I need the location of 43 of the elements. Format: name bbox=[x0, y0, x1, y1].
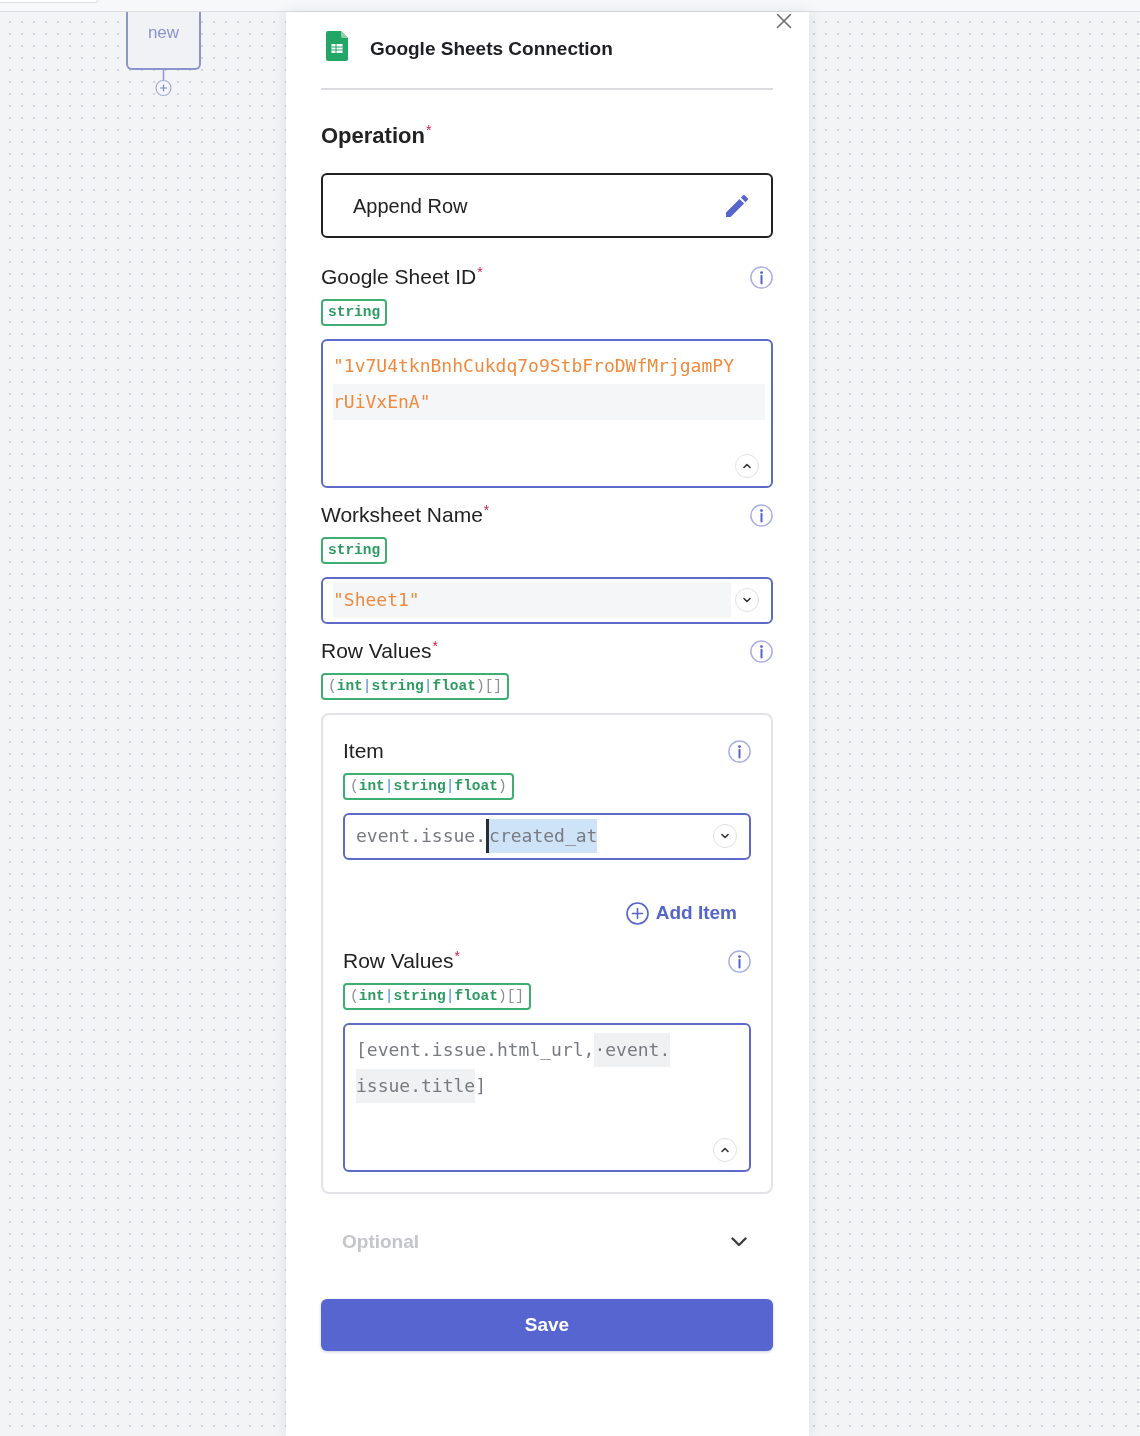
chevron-up-icon[interactable] bbox=[735, 454, 759, 478]
required-mark: * bbox=[483, 503, 490, 517]
field-label: Operation bbox=[321, 123, 425, 149]
operation-field[interactable]: Append Row bbox=[321, 173, 773, 238]
input-field[interactable]: "1v7U4tknBnhCukdq7o9StbFroDWfMrjgamPY rUiVxEnA" bbox=[321, 339, 773, 488]
spreadsheet-icon bbox=[326, 31, 348, 61]
save-button[interactable]: Save bbox=[321, 1299, 773, 1351]
info-icon[interactable] bbox=[750, 265, 773, 289]
input-field[interactable]: "Sheet1" bbox=[321, 577, 773, 624]
type-badge: string bbox=[321, 299, 388, 326]
type-badge: (int|string|float)[] bbox=[343, 983, 532, 1010]
info-icon[interactable] bbox=[728, 739, 751, 763]
type-badge: (int|string|float) bbox=[343, 773, 514, 800]
info-icon[interactable] bbox=[728, 949, 751, 973]
add-item-button[interactable]: Add Item bbox=[625, 901, 737, 925]
pencil-icon[interactable] bbox=[726, 194, 748, 217]
chevron-up-icon[interactable] bbox=[713, 1138, 737, 1162]
code-line: [event.issue.html_url,·event. bbox=[356, 1032, 743, 1068]
info-icon[interactable] bbox=[750, 639, 773, 663]
flow-node[interactable]: new bbox=[126, 12, 201, 70]
code-line: issue.title] bbox=[356, 1068, 743, 1104]
field-label: Item bbox=[343, 739, 384, 763]
panel-title: Google Sheets Connection bbox=[370, 37, 613, 60]
chevron-down-icon[interactable] bbox=[735, 588, 759, 612]
field-label: Google Sheet ID bbox=[321, 265, 477, 289]
add-step-icon[interactable] bbox=[155, 79, 172, 97]
type-badge: (int|string|float)[] bbox=[321, 673, 510, 700]
field-label: Worksheet Name bbox=[321, 503, 483, 527]
chevron-down-icon[interactable] bbox=[713, 824, 737, 848]
plus-circle-icon bbox=[625, 901, 649, 925]
required-mark: * bbox=[477, 265, 483, 279]
code-line: event.issue. created_at bbox=[356, 818, 709, 854]
required-mark: * bbox=[454, 949, 460, 963]
field-label: Row Values bbox=[343, 949, 454, 973]
type-badge: string bbox=[321, 537, 388, 564]
input-field[interactable]: [event.issue.html_url,·event. issue.title] bbox=[343, 1023, 751, 1172]
code-line: "1v7U4tknBnhCukdq7o9StbFroDWfMrjgamPY bbox=[333, 354, 735, 378]
input-field[interactable]: event.issue. created_at bbox=[343, 813, 751, 860]
required-mark: * bbox=[432, 639, 438, 653]
required-mark: * bbox=[425, 123, 432, 137]
field-label: Row Values bbox=[321, 639, 432, 663]
close-icon[interactable] bbox=[776, 13, 792, 29]
info-icon[interactable] bbox=[750, 503, 773, 527]
